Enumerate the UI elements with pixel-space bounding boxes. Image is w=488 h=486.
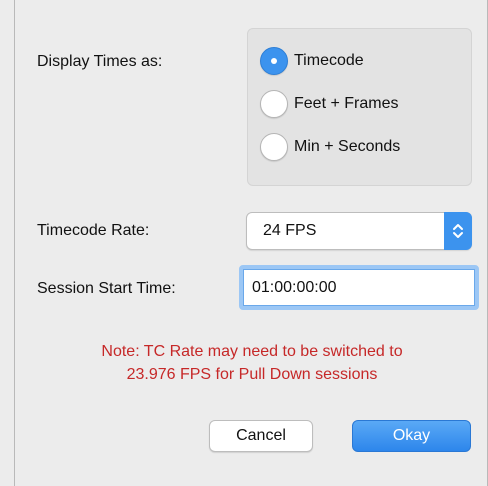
radio-option-min-seconds[interactable]: Min + Seconds: [260, 131, 400, 163]
note-line-1: Note: TC Rate may need to be switched to: [101, 343, 403, 360]
updown-chevron-icon[interactable]: [444, 212, 472, 250]
radio-button-icon[interactable]: [260, 90, 288, 118]
timecode-rate-select[interactable]: 24 FPS: [246, 212, 472, 250]
radio-button-icon[interactable]: [260, 133, 288, 161]
session-start-time-field-focus-ring: [239, 265, 479, 310]
radio-option-feet-frames[interactable]: Feet + Frames: [260, 88, 398, 120]
tc-rate-note: Note: TC Rate may need to be switched to…: [15, 340, 488, 386]
radio-button-selected-icon[interactable]: [260, 47, 288, 75]
session-start-time-label: Session Start Time:: [37, 280, 176, 297]
radio-option-timecode[interactable]: Timecode: [260, 45, 364, 77]
timecode-rate-value: 24 FPS: [263, 222, 317, 239]
cancel-button[interactable]: Cancel: [209, 420, 313, 452]
session-start-time-input[interactable]: [243, 269, 475, 306]
radio-label-min-seconds: Min + Seconds: [294, 138, 401, 155]
timecode-rate-label: Timecode Rate:: [37, 222, 150, 239]
display-times-label: Display Times as:: [37, 53, 163, 70]
session-settings-dialog: Display Times as: Timecode Feet + Frames…: [14, 0, 488, 486]
radio-label-timecode: Timecode: [294, 52, 364, 69]
radio-label-feet-frames: Feet + Frames: [294, 95, 399, 112]
note-line-2: 23.976 FPS for Pull Down sessions: [126, 366, 378, 383]
okay-button[interactable]: Okay: [352, 420, 471, 452]
display-times-radio-group: Timecode Feet + Frames Min + Seconds: [247, 28, 472, 186]
